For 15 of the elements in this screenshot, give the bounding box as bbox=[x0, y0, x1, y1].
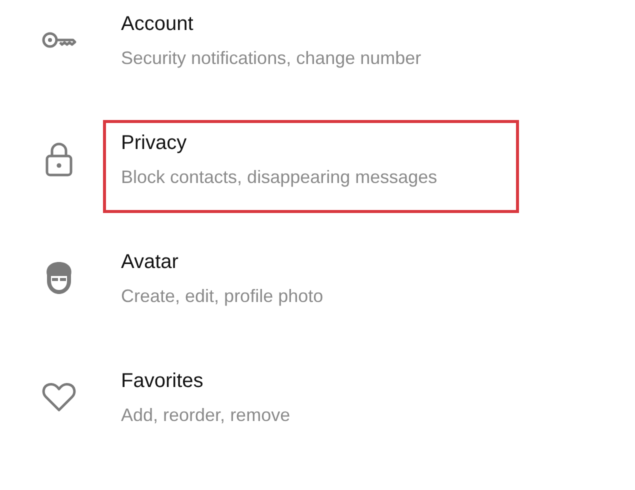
heart-icon bbox=[42, 382, 76, 412]
item-subtitle: Block contacts, disappearing messages bbox=[121, 166, 438, 189]
item-title: Avatar bbox=[121, 250, 180, 274]
settings-item[interactable]: Account Security notifications, change number bbox=[103, 1, 519, 94]
item-subtitle: Security notifications, change number bbox=[121, 47, 422, 70]
key-icon bbox=[41, 30, 77, 50]
settings-item[interactable]: Favorites Add, reorder, remove bbox=[103, 358, 519, 451]
item-subtitle: Add, reorder, remove bbox=[121, 404, 292, 427]
highlight-frame[interactable]: Privacy Block contacts, disappearing messages bbox=[103, 120, 519, 213]
settings-item[interactable]: Avatar Create, edit, profile photo bbox=[103, 239, 519, 332]
item-title: Privacy bbox=[121, 131, 188, 155]
item-subtitle: Create, edit, profile photo bbox=[121, 285, 324, 308]
item-title: Account bbox=[121, 12, 194, 36]
lock-icon bbox=[45, 141, 73, 177]
item-title: Favorites bbox=[121, 369, 204, 393]
